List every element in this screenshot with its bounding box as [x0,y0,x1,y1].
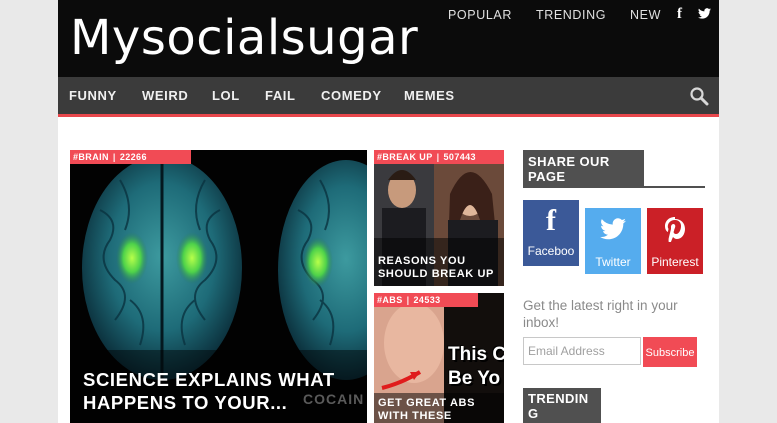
top-nav-popular[interactable]: POPULAR [448,8,512,22]
tag-count: 22266 [119,152,147,162]
article-tag[interactable]: #BRAIN | 22266 [70,150,191,164]
tag-label: #BREAK UP [377,152,433,162]
article-card-break-up[interactable]: #BREAK UP | 507443 REASONS YOU SHOULD BREA… [374,150,504,286]
top-nav-trending[interactable]: TRENDING [536,8,606,22]
share-divider [523,186,705,188]
image-overlay-text: This C Be Yo [448,344,504,389]
article-title[interactable]: SCIENCE EXPLAINS WHAT HAPPENS TO YOUR... [83,368,367,414]
facebook-icon[interactable]: f [677,6,682,23]
pinterest-icon [665,217,685,242]
twitter-share-button[interactable]: Twitter [585,208,641,274]
top-nav: POPULAR TRENDING NEW f [424,6,711,23]
share-widget: SHARE OUR PAGE [523,150,705,188]
twitter-icon[interactable] [698,7,711,22]
share-heading: SHARE OUR PAGE [523,150,644,186]
pinterest-label: Pinterest [651,255,699,269]
twitter-label: Twitter [595,255,631,269]
nav-item-comedy[interactable]: COMEDY [321,88,382,103]
facebook-share-button[interactable]: f Faceboo [523,200,579,266]
tag-count: 24533 [413,295,441,305]
article-tag[interactable]: #ABS | 24533 [374,293,478,307]
article-card-abs[interactable]: This C Be Yo #ABS | 24533 GET GREAT ABS WI… [374,293,504,423]
newsletter-text: Get the latest right in your inbox! [523,298,678,330]
site-header: Mysocialsugar POPULAR TRENDING NEW f [58,0,719,77]
nav-item-funny[interactable]: FUNNY [69,88,117,103]
nav-item-memes[interactable]: MEMES [404,88,455,103]
pinterest-share-button[interactable]: Pinterest [647,208,703,274]
facebook-label: Faceboo [527,244,575,258]
article-title[interactable]: REASONS YOU SHOULD BREAK UP [378,255,504,280]
tag-label: #BRAIN [73,152,109,162]
search-icon[interactable] [689,86,709,106]
facebook-icon: f [546,204,556,237]
article-title[interactable]: GET GREAT ABS WITH THESE TRICKS! [378,397,504,423]
page: Mysocialsugar POPULAR TRENDING NEW f FUN… [58,0,719,423]
email-input[interactable] [523,337,641,365]
nav-item-fail[interactable]: FAIL [265,88,296,103]
nav-item-lol[interactable]: LOL [212,88,240,103]
top-nav-new[interactable]: NEW [630,8,661,22]
main-nav: FUNNY WEIRD LOL FAIL COMEDY MEMES [58,77,719,117]
tag-count: 507443 [443,152,476,162]
twitter-icon [600,218,626,240]
subscribe-button[interactable]: Subscribe [643,337,697,367]
tag-label: #ABS [377,295,403,305]
article-tag[interactable]: #BREAK UP | 507443 [374,150,504,164]
trending-heading: TRENDING [523,388,601,423]
nav-item-weird[interactable]: WEIRD [142,88,188,103]
site-logo[interactable]: Mysocialsugar [70,10,418,66]
article-card-brain[interactable]: #BRAIN | 22266 COCAIN SCIENCE EXPLAINS WHA… [70,150,367,423]
